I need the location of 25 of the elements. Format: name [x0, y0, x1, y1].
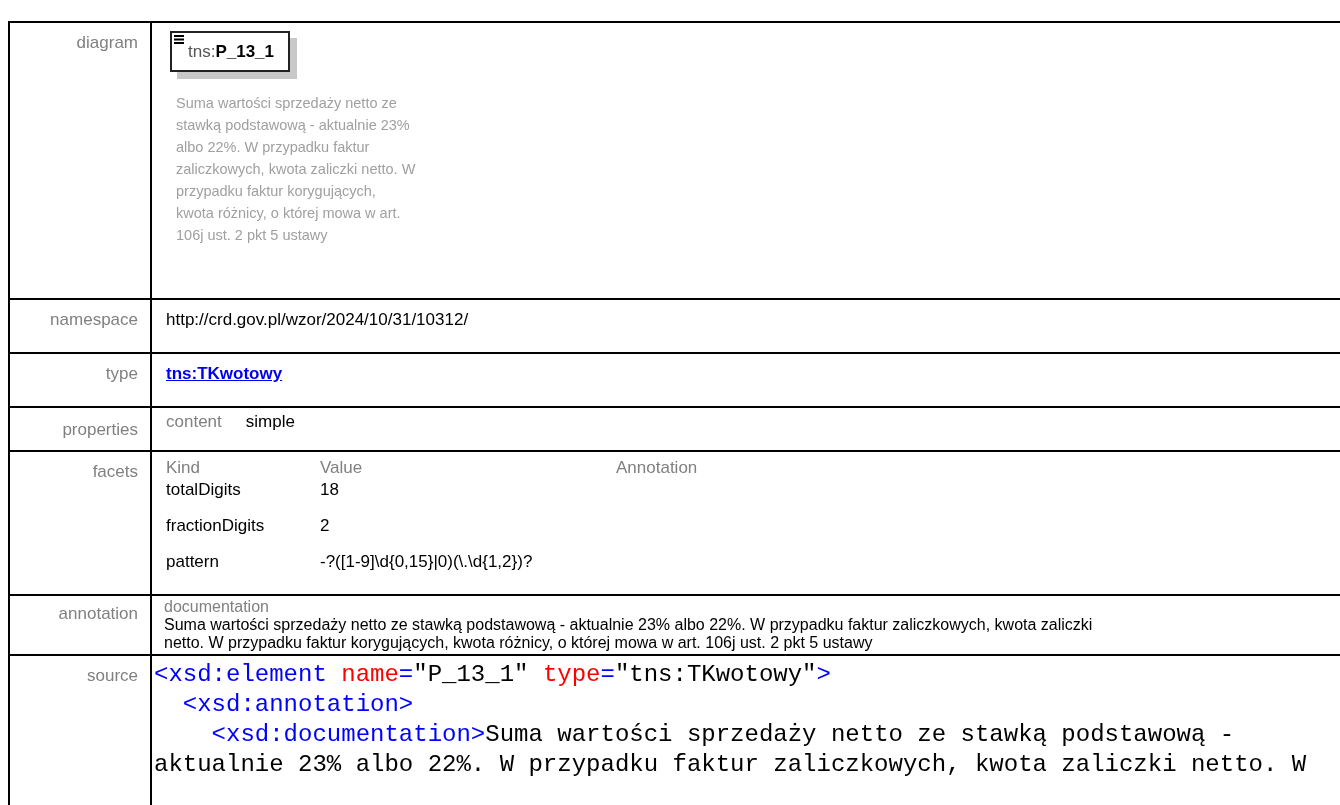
row-label: type: [9, 353, 151, 407]
facet-kind: pattern: [166, 551, 220, 573]
element-description: Suma wartości sprzedaży netto ze stawką podstawową - aktualnie 23% albo 22%. W przypadku faktur zaliczkowych, kwota zaliczki netto. W przypadku faktur korygujących, kwota różnicy, o której mowa w art. 106j ust. 2 pkt 5 ustawy: [176, 94, 416, 245]
facet-value: -?([1-9]\d{0,15}|0)(\.\d{1,2})?: [320, 551, 534, 573]
property-key: content: [166, 412, 222, 432]
row-label: properties: [9, 407, 151, 451]
column-header: Kind: [166, 458, 202, 478]
namespace-value: http://crd.gov.pl/wzor/2024/10/31/10312/: [166, 310, 469, 329]
property-value: simple: [245, 412, 295, 432]
facet-value: 18: [320, 479, 340, 501]
row-label: diagram: [9, 22, 151, 299]
column-header: Value: [320, 458, 364, 478]
lines-icon: [174, 35, 184, 44]
column-header: Annotation: [616, 458, 699, 478]
facet-value: 2: [320, 515, 331, 537]
type-link[interactable]: tns:TKwotowy: [166, 364, 283, 384]
facet-kind: fractionDigits: [166, 515, 266, 537]
row-label: annotation: [9, 595, 151, 655]
row-label: facets: [9, 451, 151, 595]
row-label: namespace: [9, 299, 151, 353]
facet-kind: totalDigits: [166, 479, 242, 501]
annotation-heading: documentation: [164, 598, 270, 616]
row-label: source: [9, 655, 151, 805]
source-code: <xsd:element name="P_13_1" type="tns:TKwotowy"> <xsd:annotation> <xsd:documentation>Suma wartości sprzedaży netto ze stawką podstawową - aktualnie 23% albo 22%. W przypadku faktur zaliczkowych, kwota zaliczki netto. W: [154, 660, 1308, 780]
annotation-text: Suma wartości sprzedaży netto ze stawką podstawową - aktualnie 23% albo 22%. W przypadku faktur zaliczkowych, kwota zaliczki netto. W przypadku faktur korygujących, kwota różnicy, o której mowa w art. 106j ust. 2 pkt 5 ustawy: [164, 616, 1094, 652]
